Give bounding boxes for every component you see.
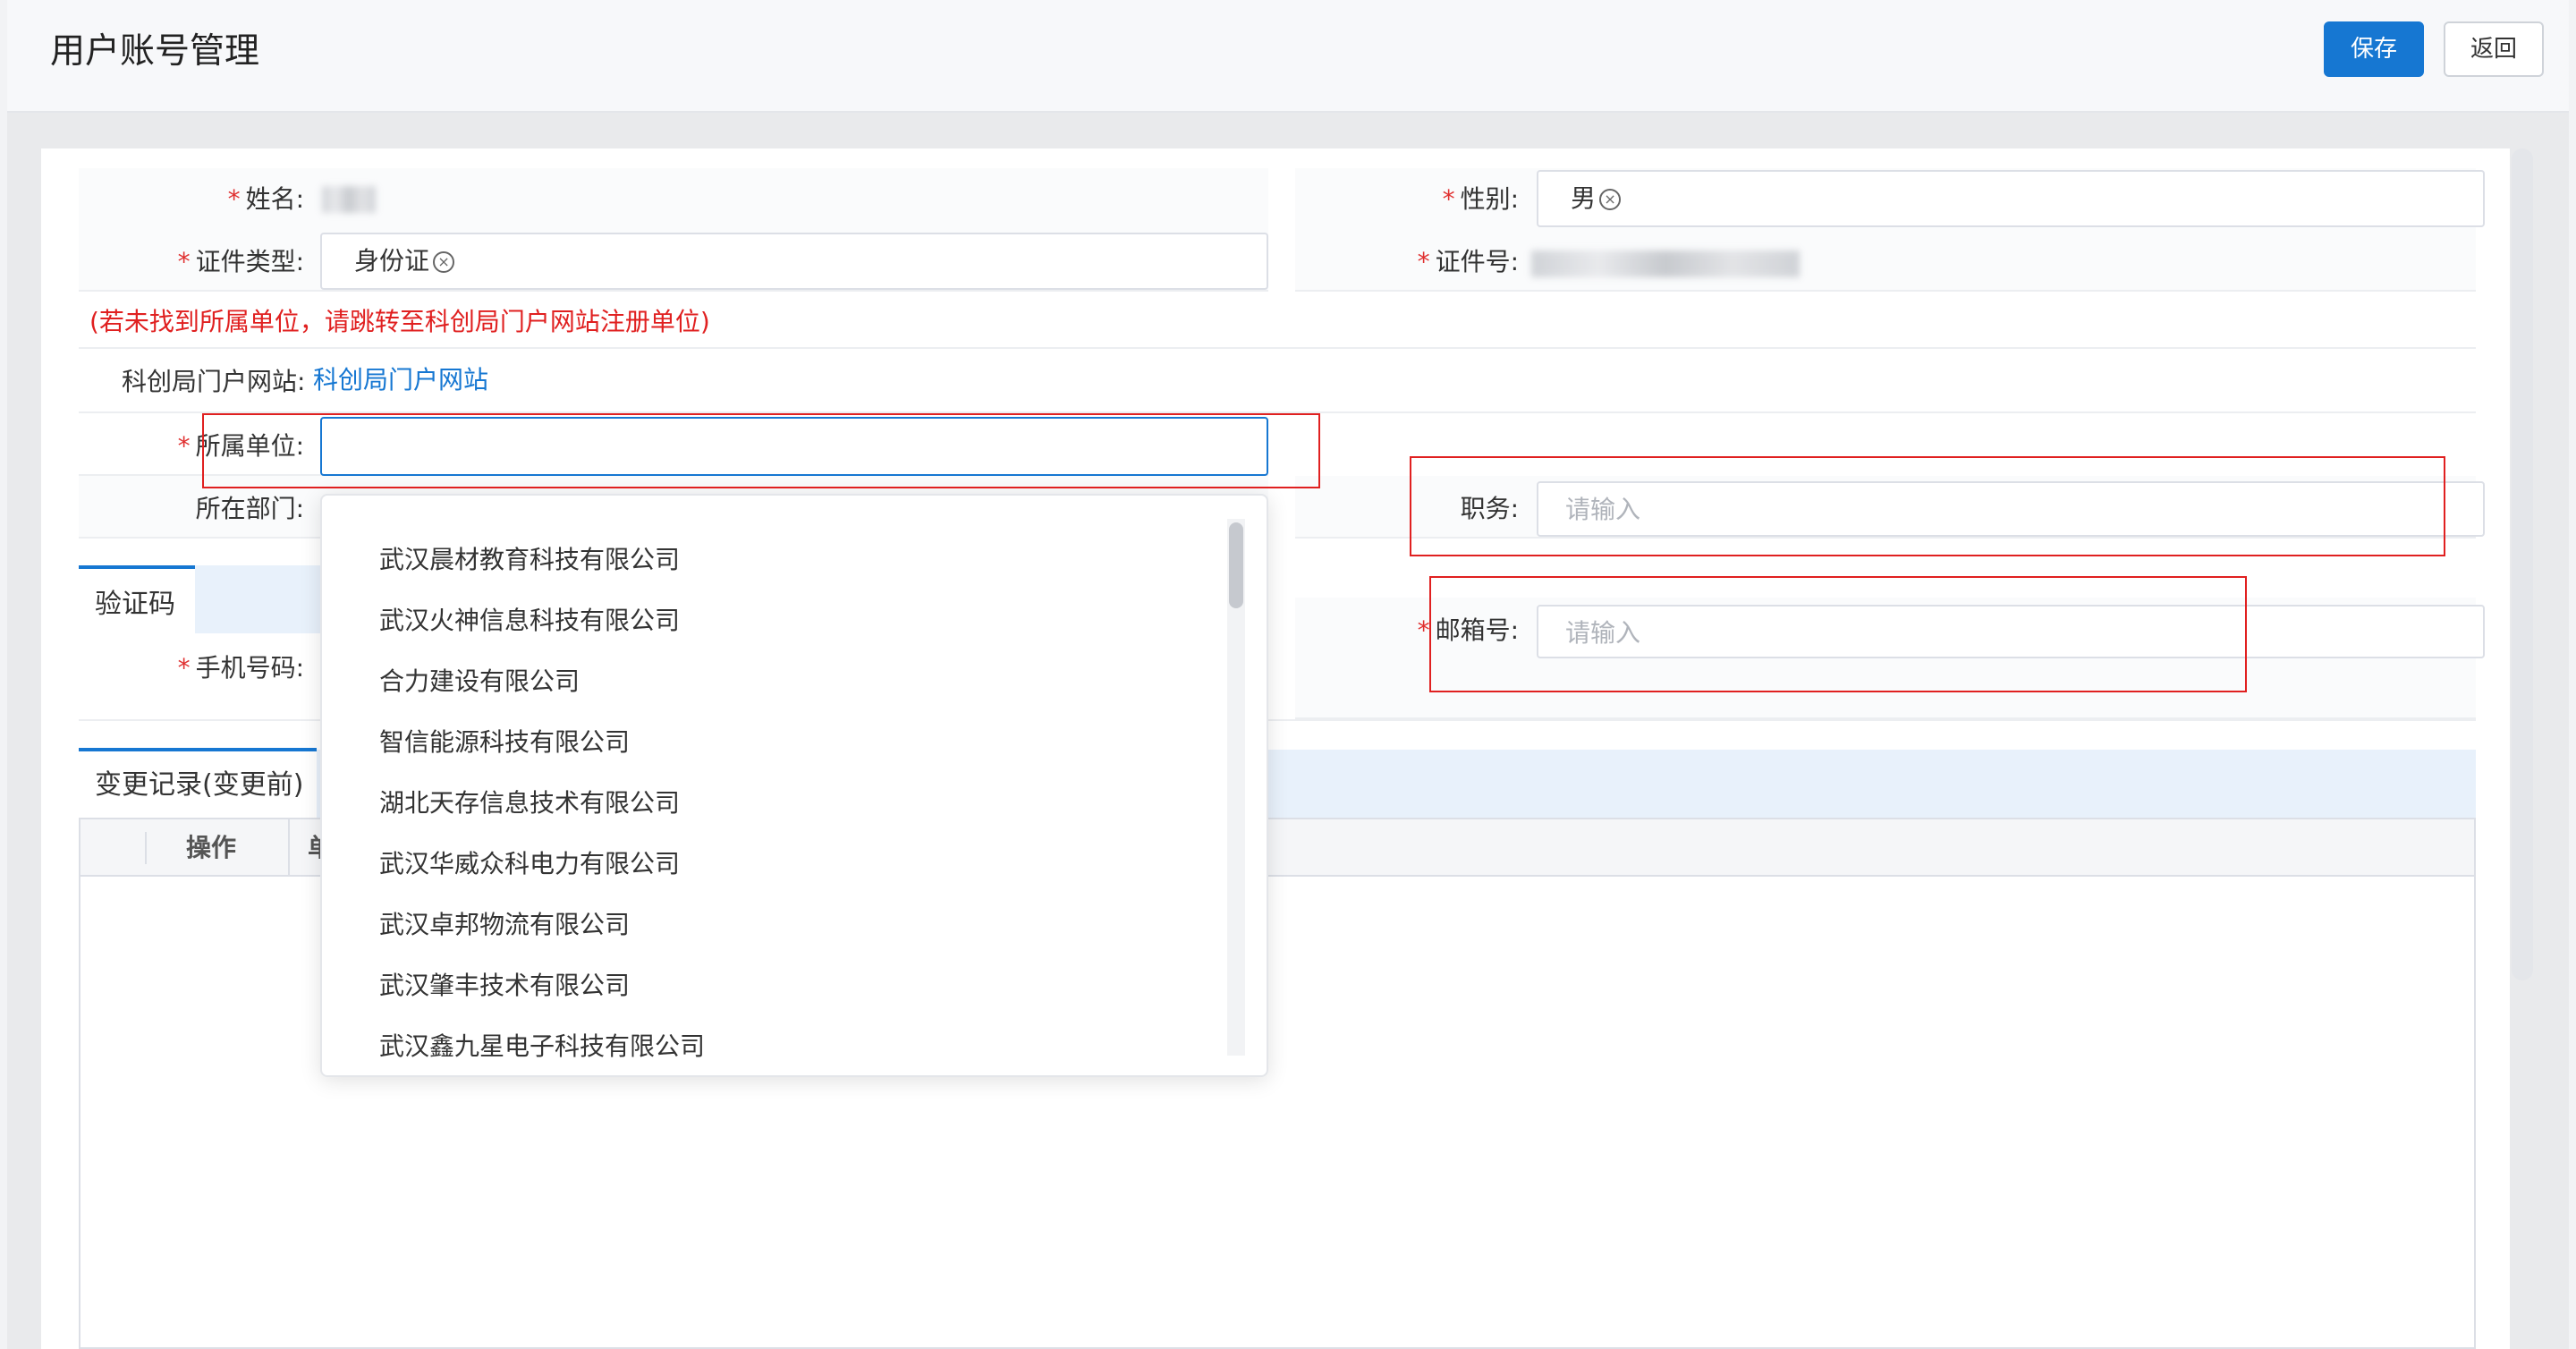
th-action: 操作 (186, 833, 237, 862)
dropdown-scrollbar-thumb[interactable] (1229, 522, 1243, 608)
id-type-select[interactable]: 身份证 × (320, 233, 1268, 290)
portal-label: 科创局门户网站: (122, 367, 306, 396)
dropdown-option[interactable]: 湖北天存信息技术有限公司 (379, 785, 680, 821)
phone-label: * 手机号码: (177, 653, 304, 683)
dropdown-option[interactable]: 武汉晨材教育科技有限公司 (379, 542, 680, 578)
unit-dropdown: 武汉晨材教育科技有限公司 武汉火神信息科技有限公司 合力建设有限公司 智信能源科… (320, 494, 1268, 1077)
dropdown-option[interactable]: 武汉卓邦物流有限公司 (379, 907, 630, 943)
gender-label: * 性别: (1442, 184, 1519, 214)
unit-notice: (若未找到所属单位，请跳转至科创局门户网站注册单位) (89, 307, 710, 336)
page-title: 用户账号管理 (50, 31, 260, 72)
id-type-label: * 证件类型: (177, 247, 304, 276)
page-scrollbar[interactable] (2512, 148, 2533, 980)
id-no-label: * 证件号: (1417, 247, 1519, 276)
save-button[interactable]: 保存 (2324, 21, 2424, 77)
back-button[interactable]: 返回 (2444, 21, 2544, 77)
annotation-box-position (1410, 456, 2445, 556)
tab-verify[interactable]: 验证码 (95, 587, 175, 623)
id-no-value-redacted (1531, 250, 1800, 277)
dropdown-option[interactable]: 合力建设有限公司 (379, 664, 580, 700)
id-type-tag: 身份证 × (354, 234, 455, 288)
dropdown-option[interactable]: 武汉肇丰技术有限公司 (379, 968, 630, 1004)
dropdown-option[interactable]: 武汉火神信息科技有限公司 (379, 603, 680, 639)
annotation-box-unit (202, 413, 1320, 488)
dropdown-option[interactable]: 武汉鑫九星电子科技有限公司 (379, 1029, 705, 1065)
clear-icon[interactable]: × (1599, 189, 1622, 210)
page-header: 用户账号管理 保存 返回 (7, 0, 2569, 113)
gender-tag: 男 × (1571, 172, 1622, 225)
verify-tab-indicator (79, 565, 195, 569)
dropdown-option[interactable]: 智信能源科技有限公司 (379, 725, 630, 760)
col-divider (145, 832, 147, 864)
tab-history[interactable]: 变更记录(变更前) (95, 768, 303, 803)
name-label: * 姓名: (227, 184, 304, 214)
dropdown-option[interactable]: 武汉华威众科电力有限公司 (379, 846, 680, 882)
clear-icon[interactable]: × (433, 251, 455, 273)
name-value-redacted (322, 186, 376, 213)
gender-select[interactable]: 男 × (1537, 170, 2485, 227)
portal-link[interactable]: 科创局门户网站 (313, 349, 488, 411)
col-divider (288, 819, 290, 877)
annotation-box-email (1429, 576, 2247, 692)
history-tab-indicator (79, 748, 317, 751)
